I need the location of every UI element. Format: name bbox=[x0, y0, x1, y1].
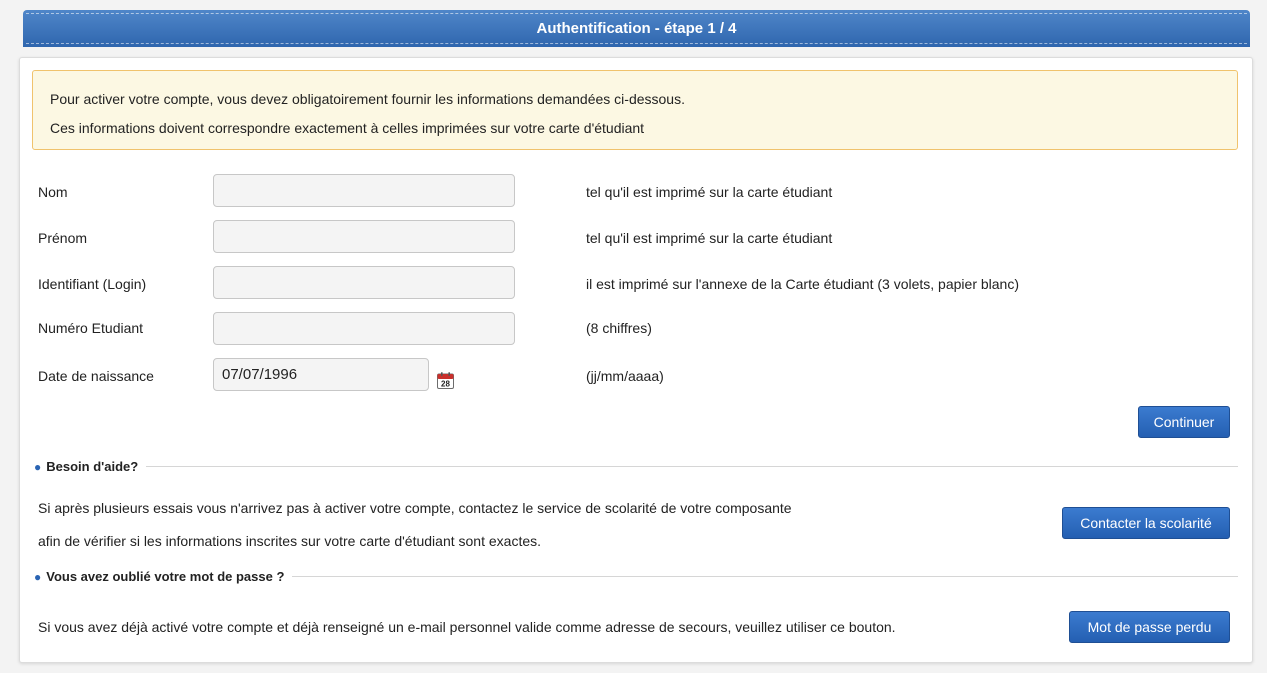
help-text-line-1: Si après plusieurs essais vous n'arrivez… bbox=[38, 500, 792, 516]
lost-password-button[interactable]: Mot de passe perdu bbox=[1069, 611, 1230, 643]
bullet-icon: ● bbox=[34, 569, 42, 584]
prenom-label: Prénom bbox=[38, 230, 88, 246]
calendar-icon[interactable]: 28 bbox=[437, 372, 454, 389]
forgot-password-section-title: Vous avez oublié votre mot de passe ? bbox=[46, 569, 285, 584]
login-hint: il est imprimé sur l'annexe de la Carte … bbox=[586, 276, 1019, 292]
section-divider bbox=[292, 576, 1238, 577]
page-title: Authentification - étape 1 / 4 bbox=[536, 20, 737, 37]
birthdate-label: Date de naissance bbox=[38, 368, 154, 384]
prenom-input[interactable] bbox=[213, 220, 515, 253]
nom-input[interactable] bbox=[213, 174, 515, 207]
login-label: Identifiant (Login) bbox=[38, 276, 147, 292]
nom-hint: tel qu'il est imprimé sur la carte étudi… bbox=[586, 184, 833, 200]
section-divider bbox=[146, 466, 1238, 467]
student-number-label: Numéro Etudiant bbox=[38, 320, 144, 336]
authentication-panel: Pour activer votre compte, vous devez ob… bbox=[19, 57, 1253, 663]
help-section-header: ● Besoin d'aide? bbox=[34, 459, 1238, 474]
help-section-title: Besoin d'aide? bbox=[46, 459, 139, 474]
birthdate-hint: (jj/mm/aaaa) bbox=[586, 368, 664, 384]
help-text-line-2: afin de vérifier si les informations ins… bbox=[38, 533, 542, 549]
page-header: Authentification - étape 1 / 4 bbox=[23, 10, 1250, 47]
notice-line-1: Pour activer votre compte, vous devez ob… bbox=[50, 91, 685, 107]
student-number-hint: (8 chiffres) bbox=[586, 320, 652, 336]
forgot-password-section-header: ● Vous avez oublié votre mot de passe ? bbox=[34, 569, 1238, 584]
birthdate-input[interactable] bbox=[213, 358, 429, 391]
continue-button[interactable]: Continuer bbox=[1138, 406, 1230, 438]
forgot-password-text: Si vous avez déjà activé votre compte et… bbox=[38, 619, 896, 635]
notice-line-2: Ces informations doivent correspondre ex… bbox=[50, 120, 645, 136]
prenom-hint: tel qu'il est imprimé sur la carte étudi… bbox=[586, 230, 833, 246]
login-input[interactable] bbox=[213, 266, 515, 299]
calendar-day-text: 28 bbox=[441, 380, 450, 389]
contact-scolarite-button[interactable]: Contacter la scolarité bbox=[1062, 507, 1230, 539]
nom-label: Nom bbox=[38, 184, 68, 200]
bullet-icon: ● bbox=[34, 459, 42, 474]
info-notice: Pour activer votre compte, vous devez ob… bbox=[32, 70, 1238, 150]
student-number-input[interactable] bbox=[213, 312, 515, 345]
